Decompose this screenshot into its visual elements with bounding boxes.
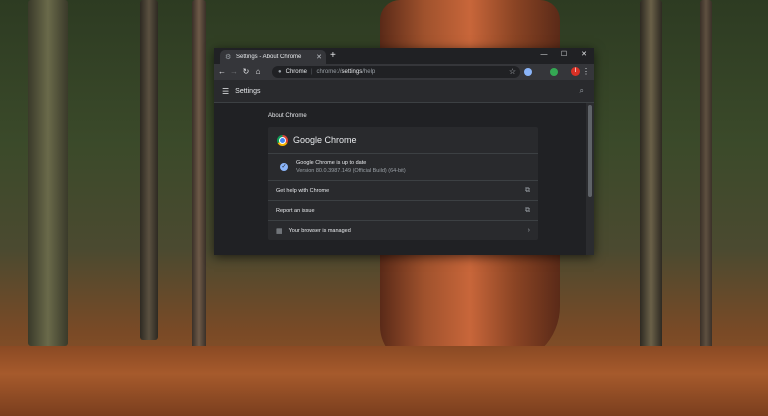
extension-icon[interactable] xyxy=(550,68,558,76)
page-title: About Chrome xyxy=(268,113,307,119)
building-icon: ▦ xyxy=(276,227,283,235)
product-name: Google Chrome xyxy=(293,135,357,145)
address-site-label: Chrome xyxy=(286,69,307,75)
maximize-button[interactable]: ☐ xyxy=(554,48,574,64)
gear-icon: ⚙ xyxy=(225,54,232,61)
chrome-menu-button[interactable]: ⋮ xyxy=(582,64,590,80)
search-icon[interactable]: ⌕ xyxy=(580,86,584,96)
external-link-icon: ⧉ xyxy=(525,207,530,215)
address-bar[interactable]: ● Chrome | chrome://settings/help ☆ xyxy=(272,66,520,78)
home-button[interactable]: ⌂ xyxy=(252,64,264,80)
forest-floor xyxy=(0,346,768,416)
address-separator: | xyxy=(311,69,313,75)
product-row: Google Chrome xyxy=(268,127,538,154)
scrollbar-thumb[interactable] xyxy=(588,105,592,197)
tree-trunk xyxy=(700,0,712,380)
tree-trunk xyxy=(192,0,206,360)
back-button[interactable]: ← xyxy=(216,64,228,80)
managed-row[interactable]: ▦ Your browser is managed › xyxy=(268,221,538,240)
update-status-row: ✓ Google Chrome is up to date Version 80… xyxy=(268,154,538,181)
about-card: Google Chrome ✓ Google Chrome is up to d… xyxy=(268,127,538,240)
close-window-button[interactable]: ✕ xyxy=(574,48,594,64)
report-issue-row[interactable]: Report an issue ⧉ xyxy=(268,201,538,221)
scrollbar[interactable] xyxy=(586,103,594,255)
forward-button[interactable]: → xyxy=(228,64,240,80)
tab-title: Settings - About Chrome xyxy=(236,54,316,60)
tree-trunk xyxy=(640,0,662,370)
external-link-icon: ⧉ xyxy=(525,187,530,195)
tree-trunk xyxy=(28,0,68,346)
menu-icon[interactable]: ☰ xyxy=(222,87,229,96)
chevron-right-icon: › xyxy=(528,227,530,234)
settings-header: ☰ Settings ⌕ xyxy=(214,80,594,103)
window-controls: — ☐ ✕ xyxy=(534,48,594,64)
chrome-logo-icon xyxy=(277,135,288,146)
chrome-window: ⚙ Settings - About Chrome ✕ + — ☐ ✕ ← → … xyxy=(214,48,594,255)
browser-toolbar: ← → ↻ ⌂ ● Chrome | chrome://settings/hel… xyxy=(214,64,594,80)
tree-trunk xyxy=(140,0,158,340)
get-help-label: Get help with Chrome xyxy=(276,188,329,194)
extension-icon[interactable] xyxy=(524,68,532,76)
minimize-button[interactable]: — xyxy=(534,48,554,64)
new-tab-button[interactable]: + xyxy=(330,50,336,62)
report-issue-label: Report an issue xyxy=(276,208,315,214)
site-info-icon[interactable]: ● xyxy=(278,69,282,75)
version-text: Version 80.0.3987.149 (Official Build) (… xyxy=(296,168,406,174)
settings-title: Settings xyxy=(235,88,260,95)
address-url: chrome://settings/help xyxy=(317,69,376,75)
checkmark-icon: ✓ xyxy=(280,163,288,171)
tab-strip: ⚙ Settings - About Chrome ✕ + — ☐ ✕ xyxy=(214,48,594,64)
profile-avatar[interactable]: I xyxy=(571,67,580,76)
settings-content: About Chrome Google Chrome ✓ Google Chro… xyxy=(214,103,586,255)
close-tab-icon[interactable]: ✕ xyxy=(316,53,322,61)
tab-settings-about[interactable]: ⚙ Settings - About Chrome ✕ xyxy=(220,50,326,64)
managed-label: Your browser is managed xyxy=(289,228,351,234)
bookmark-star-icon[interactable]: ☆ xyxy=(509,66,516,78)
update-status: Google Chrome is up to date xyxy=(296,160,406,166)
get-help-row[interactable]: Get help with Chrome ⧉ xyxy=(268,181,538,201)
reload-button[interactable]: ↻ xyxy=(240,64,252,80)
